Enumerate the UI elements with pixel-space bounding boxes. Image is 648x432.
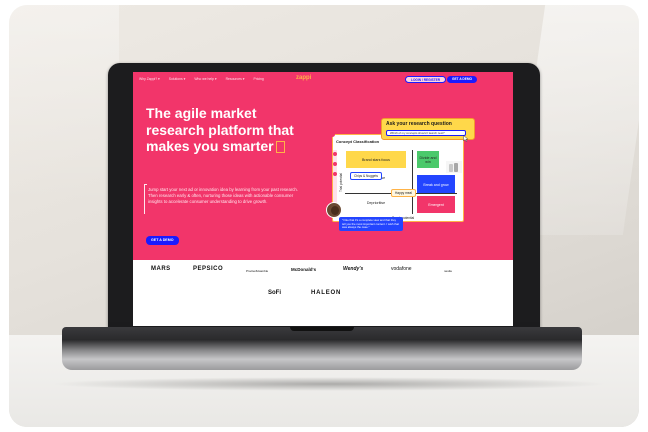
ask-title: Ask your research question (386, 121, 452, 127)
nav-item-who-we-help[interactable]: Who we help ▾ (194, 77, 216, 81)
rail-dot-icon (333, 172, 337, 176)
cell-emergent: Emergent (417, 196, 455, 213)
nav-item-resources[interactable]: Resources ▾ (226, 77, 245, 81)
research-question-input[interactable]: Which of my concepts should I launch nex… (386, 130, 466, 136)
product-bottles-icon (446, 161, 462, 173)
logo-wendys: Wendy's (343, 266, 364, 272)
nav-item-solutions[interactable]: Solutions ▾ (169, 77, 186, 81)
logo-vodafone: vodafone (391, 266, 412, 272)
zappi-logo[interactable]: zappi (296, 75, 311, 81)
avatar-face (331, 206, 339, 215)
cell-break-and-grow: Break and grow (417, 175, 455, 194)
grid-divider-vertical (412, 150, 413, 214)
logo-nestle: nestle (444, 269, 453, 273)
logo-sofi: SoFi (268, 290, 281, 296)
hero-description: Jump start your next ad or innovation id… (148, 187, 298, 204)
logo-haleon: HALEON (311, 290, 342, 296)
logo-mcdonalds: McDonald's (291, 267, 317, 272)
laptop-base (62, 327, 582, 370)
chip-happy-meal[interactable]: Happy meal (391, 189, 417, 197)
concept-card-title: Concept Classification (336, 139, 380, 144)
logo-pepsico: PEPSICO (193, 266, 224, 272)
nav-get-demo-button[interactable]: GET A DEMO (447, 76, 477, 83)
bracket-decoration (144, 184, 147, 214)
hero-get-demo-button[interactable]: GET A DEMO (146, 236, 179, 245)
y-axis-label: Trial potential (339, 172, 343, 192)
cell-brand-stars: Brand stars focus (346, 151, 406, 168)
laptop-notch (290, 327, 354, 331)
testimonial-quote: "I like that it's a complete view and th… (339, 217, 403, 231)
logo-procter-gamble: Procter&Gamble (246, 269, 269, 273)
avatar (326, 202, 342, 218)
hero-title: The agile market research platform that … (146, 105, 311, 155)
rail-dot-icon (333, 152, 337, 156)
nav-item-why-zappi[interactable]: Why Zappi? ▾ (139, 77, 160, 81)
rail-dot-icon (333, 162, 337, 166)
laptop-shadow (49, 377, 609, 391)
mouse-pointer-icon (463, 135, 469, 142)
login-register-button[interactable]: LOGIN / REGISTER (405, 76, 447, 83)
text-cursor-icon (275, 141, 285, 153)
hero-title-text: The agile market research platform that … (146, 105, 294, 154)
nav-item-pricing[interactable]: Pricing (253, 77, 263, 81)
logo-mars: MARS (151, 266, 171, 272)
card-close-icon (330, 132, 335, 137)
client-logo-strip: MARS PEPSICO Procter&Gamble McDonald's W… (133, 260, 513, 326)
chip-chips-nuggets[interactable]: Chips & Nuggets (350, 172, 382, 180)
laptop-screen: Why Zappi? ▾ Solutions ▾ Who we help ▾ R… (133, 72, 513, 326)
cell-divide-and-win: Divide and win (417, 151, 439, 168)
cell-deprioritise-bottom: Deprioritise (366, 201, 386, 205)
window-light-left (9, 5, 119, 205)
